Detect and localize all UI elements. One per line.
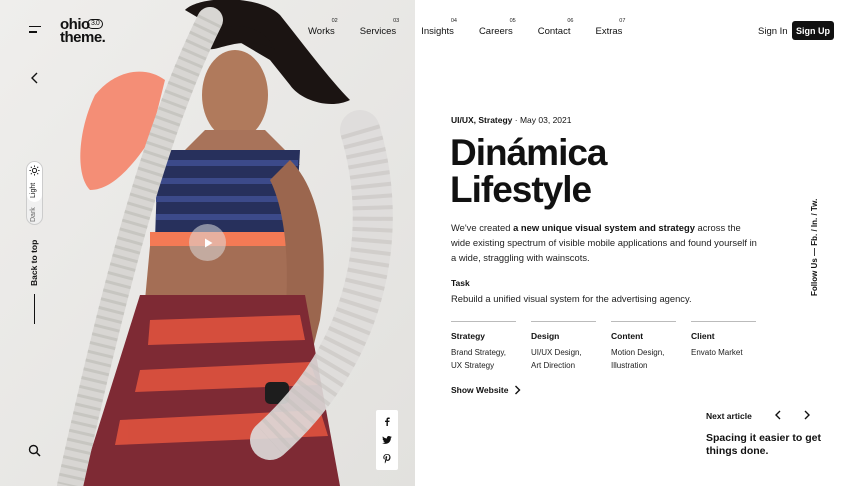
back-to-top-line (34, 294, 35, 324)
meta-separator: · (512, 115, 520, 125)
chevron-right-icon (515, 385, 521, 395)
next-article-label: Next article (706, 411, 752, 421)
nav-item-extras[interactable]: 07 Extras (595, 18, 626, 37)
desc-bold: a new unique visual system and strategy (513, 222, 695, 233)
next-article-title[interactable]: Spacing it easier to get things done. (706, 432, 826, 458)
nav-num: 07 (619, 18, 626, 24)
title-line1: Dinámica (450, 132, 608, 173)
page-title: Dinámica Lifestyle (450, 132, 608, 210)
chevron-left-icon[interactable] (772, 409, 784, 421)
nav-item-insights[interactable]: 04 Insights (421, 18, 457, 37)
play-icon (204, 238, 212, 247)
detail-strategy: Strategy Brand Strategy, UX Strategy (451, 321, 516, 372)
nav-label: Services (359, 26, 397, 37)
nav-label: Works (308, 26, 335, 37)
detail-value: UX Strategy (451, 361, 495, 370)
sun-icon (29, 165, 40, 176)
sign-up-button[interactable]: Sign Up (792, 21, 834, 40)
detail-content: Content Motion Design, Illustration (611, 321, 676, 372)
arrow-left-icon[interactable] (29, 72, 41, 84)
title-line2: Lifestyle (450, 169, 592, 210)
pinterest-icon (383, 454, 391, 464)
nav-item-contact[interactable]: 06 Contact (537, 18, 574, 37)
nav-num: 02 (331, 18, 338, 24)
theme-toggle[interactable]: Light Dark (26, 161, 43, 225)
theme-light-label: Light (30, 182, 37, 198)
article-date: May 03, 2021 (519, 115, 572, 125)
nav-num: 06 (567, 18, 574, 24)
detail-value: Art Direction (531, 361, 576, 370)
detail-value: Illustration (611, 361, 648, 370)
nav-num: 04 (450, 18, 457, 24)
theme-dark-label[interactable]: Dark (30, 207, 37, 222)
twitter-button[interactable] (376, 431, 398, 449)
twitter-icon (382, 436, 392, 444)
detail-value: UI/UX Design, (531, 348, 582, 357)
detail-heading: Strategy (451, 331, 486, 341)
logo-version: 3.0 (87, 19, 104, 29)
back-to-top-link[interactable]: Back to top (29, 240, 39, 286)
play-video-button[interactable] (189, 224, 226, 261)
search-icon[interactable] (28, 444, 41, 457)
detail-value: Motion Design, (611, 348, 665, 357)
detail-client: Client Envato Market (691, 321, 756, 372)
article-description: We've created a new unique visual system… (451, 220, 761, 265)
task-text: Rebuild a unified visual system for the … (451, 293, 692, 304)
article-meta: UI/UX, Strategy · May 03, 2021 (451, 115, 571, 125)
show-website-label: Show Website (451, 385, 509, 395)
detail-design: Design UI/UX Design, Art Direction (531, 321, 596, 372)
social-share-box (376, 410, 398, 470)
logo-line2: theme. (60, 29, 106, 46)
facebook-button[interactable] (376, 412, 398, 430)
detail-value: Brand Strategy, (451, 348, 506, 357)
logo[interactable]: ohio theme. 3.0 (60, 17, 106, 46)
task-label: Task (451, 278, 470, 288)
nav-item-careers[interactable]: 05 Careers (478, 18, 516, 37)
sign-in-link[interactable]: Sign In (758, 26, 788, 37)
project-details: Strategy Brand Strategy, UX Strategy Des… (451, 321, 756, 372)
chevron-right-icon[interactable] (801, 409, 813, 421)
detail-heading: Client (691, 331, 715, 341)
main-nav: 02 Works 03 Services 04 Insights 05 Careers … (308, 18, 647, 37)
nav-num: 05 (509, 18, 516, 24)
detail-value: Envato Market (691, 348, 743, 357)
detail-heading: Design (531, 331, 560, 341)
menu-icon[interactable] (29, 26, 41, 34)
nav-label: Insights (421, 26, 454, 37)
nav-num: 03 (393, 18, 400, 24)
nav-label: Extras (595, 26, 623, 37)
nav-label: Careers (478, 26, 513, 37)
follow-us-links[interactable]: Follow Us — Fb. / In. / Tw. (810, 199, 819, 296)
desc-part1: We've created (451, 222, 514, 233)
nav-item-works[interactable]: 02 Works (308, 18, 338, 37)
pinterest-button[interactable] (376, 450, 398, 468)
nav-label: Contact (537, 26, 571, 37)
article-category[interactable]: UI/UX, Strategy (451, 115, 512, 125)
show-website-link[interactable]: Show Website (451, 385, 521, 395)
facebook-icon (385, 416, 390, 426)
detail-heading: Content (611, 331, 644, 341)
nav-item-services[interactable]: 03 Services (359, 18, 400, 37)
